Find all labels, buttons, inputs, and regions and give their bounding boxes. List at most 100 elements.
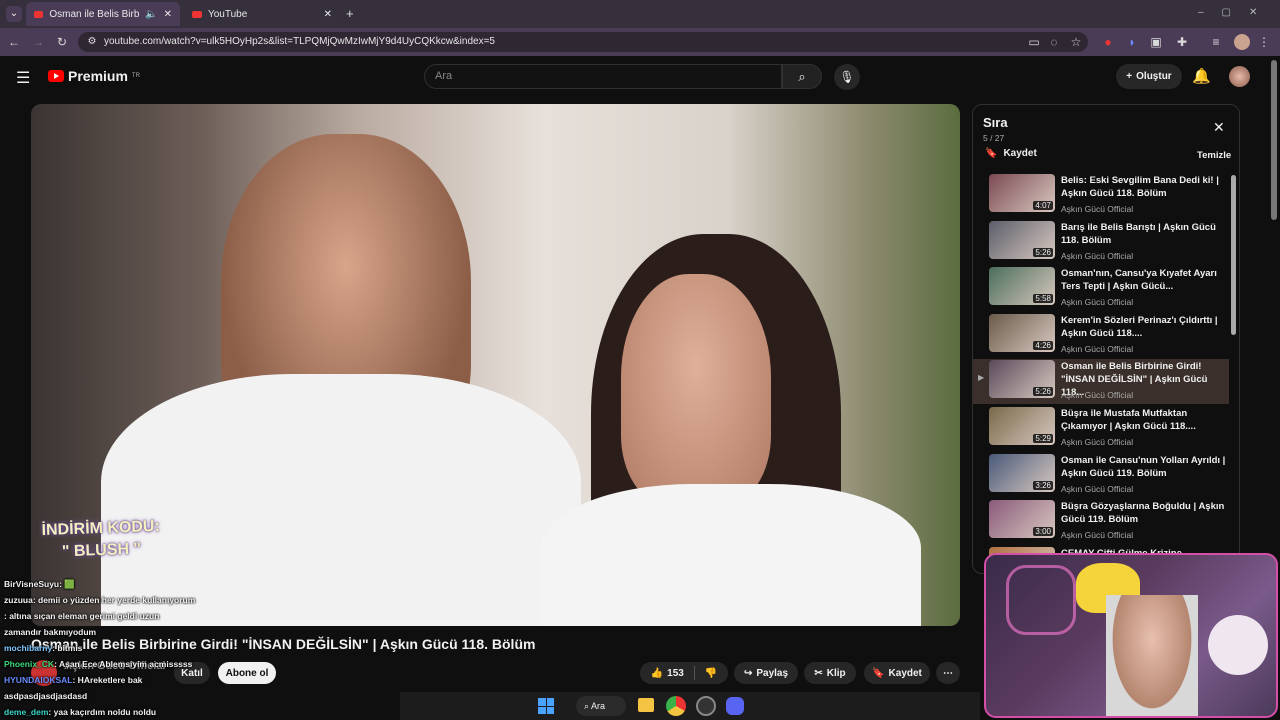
dislike-icon[interactable]: 👎 [705,668,717,679]
bookmark-star-icon[interactable]: ☆ [1068,34,1084,50]
extensions-puzzle-icon[interactable]: ✚ [1174,34,1190,50]
queue-thumbnail[interactable]: 4:26 [989,313,1055,352]
queue-item-title[interactable]: Kerem'in Sözleri Perinaz'ı Çıldırttı | A… [1061,314,1227,340]
file-explorer-icon[interactable] [638,698,654,712]
forward-icon[interactable]: → [30,34,46,50]
tab-youtube[interactable]: YouTube ✕ [184,2,340,26]
search-input[interactable]: Ara [424,64,782,89]
menu-dots-icon[interactable]: ⋮ [1256,34,1272,50]
taskbar-search-label: Ara [591,701,606,711]
promo-code-overlay: İNDİRİM KODU: " BLUSH " [41,516,161,564]
queue-item-title[interactable]: Osman'nın, Cansu'ya Kıyafet Ayarı Ters T… [1061,267,1227,293]
windows-start-icon[interactable] [538,698,554,714]
queue-item-channel: Aşkın Gücü Official [1061,297,1134,308]
queue-item-title[interactable]: Büşra ile Mustafa Mutfaktan Çıkamıyor | … [1061,407,1227,433]
now-playing-icon: ▶ [978,373,985,383]
queue-item-title[interactable]: Büşra Gözyaşlarına Boğuldu | Aşkın Gücü … [1061,500,1227,526]
save-button[interactable]: 🔖 Kaydet [864,662,930,684]
notifications-bell-icon[interactable]: 🔔 [1192,67,1211,85]
tab-close-icon[interactable]: ✕ [164,9,172,20]
queue-item-channel: Aşkın Gücü Official [1061,483,1134,494]
youtube-favicon-icon [192,10,202,18]
webcam-overlay [984,553,1278,718]
voice-search-button[interactable]: 🎙 [834,64,860,90]
chat-text: : altına sıçan eleman gerimi geldi uzun [4,611,160,621]
queue-thumbnail[interactable]: 5:58 [989,267,1055,306]
queue-clear-button[interactable]: Temizle [1197,150,1231,161]
tab-search-icon[interactable]: ⌄ [6,6,22,22]
queue-item[interactable]: 5:29 Büşra ile Mustafa Mutfaktan Çıkamıyo… [973,406,1229,451]
tab-video[interactable]: Osman ile Belis Birbirine Gir 🔈 ✕ [26,2,180,26]
tab-close-icon[interactable]: ✕ [324,9,332,20]
queue-item[interactable]: 3:26 Osman ile Cansu'nun Yolları Ayrıldı … [973,453,1229,498]
url-text: youtube.com/watch?v=ulk5HOyHp2s&list=TLP… [104,36,495,47]
extension-icon[interactable]: ▣ [1148,34,1164,50]
chat-message: Phoenix_CK: Aşan Ece Ablemsiyim acmissss… [4,656,192,672]
page-scrollbar[interactable] [1271,60,1277,220]
queue-item[interactable]: 5:26 Barış ile Belis Barıştı | Aşkın Gücü… [973,220,1229,265]
tab-title: Osman ile Belis Birbirine Gir [49,8,140,20]
queue-save-button[interactable]: 🔖 Kaydet [985,148,1037,159]
logo-text: Premium [68,68,128,84]
queue-duration: 5:26 [1033,247,1053,257]
chat-username: Phoenix_CK [4,659,55,669]
queue-thumbnail[interactable]: 3:00 [989,500,1055,539]
window-controls[interactable]: –▢✕ [1198,7,1275,18]
back-icon[interactable]: ← [6,34,22,50]
queue-item-title[interactable]: Belis: Eski Sevgilim Bana Dedi ki! | Aşk… [1061,174,1227,200]
extension-audio-icon[interactable]: ◗ [1124,34,1140,50]
share-button[interactable]: ↪ Paylaş [734,662,798,684]
queue-duration: 4:26 [1033,340,1053,350]
like-icon[interactable]: 👍 [651,668,663,679]
create-button[interactable]: + Oluştur [1116,64,1182,89]
chat-text: : yaa kaçırdım noldu noldu [48,707,157,717]
chat-text: zamandır bakmıyodum [4,627,97,637]
queue-thumbnail[interactable]: 4:07 [989,174,1055,212]
chat-text: : 🟩 [59,579,75,589]
woman-shirt [541,484,921,626]
app-icon[interactable] [696,696,716,716]
video-player[interactable] [31,104,960,626]
discord-icon[interactable] [726,697,744,715]
youtube-logo[interactable]: Premium TR [48,68,140,84]
unicorn-plush [1208,615,1268,675]
reload-icon[interactable]: ↻ [54,34,70,50]
taskbar-search[interactable]: ⌕ Ara [576,696,626,716]
chat-message: zamandır bakmıyodum [4,624,96,640]
eye-off-icon[interactable]: ◌ [1046,34,1062,50]
extension-red-icon[interactable]: ● [1100,34,1116,50]
queue-item[interactable]: 4:07 Belis: Eski Sevgilim Bana Dedi ki! |… [973,173,1229,218]
queue-thumbnail[interactable]: 3:26 [989,453,1055,492]
queue-thumbnail[interactable]: 5:26 [989,360,1055,399]
speaker-icon[interactable]: 🔈 [145,9,157,20]
queue-item-title[interactable]: Osman ile Cansu'nun Yolları Ayrıldı | Aş… [1061,454,1227,480]
chat-username: BirVisneSuyu [4,579,60,589]
new-tab-icon[interactable]: + [346,6,354,21]
address-bar[interactable]: youtube.com/watch?v=ulk5HOyHp2s&list=TLP… [78,32,1088,52]
cast-icon[interactable]: ▭ [1026,34,1042,50]
queue-scrollbar[interactable] [1231,175,1236,335]
close-queue-icon[interactable]: ✕ [1213,119,1225,136]
site-info-icon[interactable]: ⚙ [84,34,100,50]
queue-thumbnail[interactable]: 5:26 [989,220,1055,259]
more-actions-button[interactable]: ⋯ [936,662,960,684]
hamburger-menu-icon[interactable]: ☰ [16,68,30,88]
search-button[interactable]: ⌕ [782,64,822,89]
clip-button[interactable]: ✂ Klip [804,662,856,684]
chat-message: : altına sıçan eleman gerimi geldi uzun [4,608,159,624]
profile-avatar[interactable] [1234,34,1250,50]
queue-item[interactable]: 4:26 Kerem'in Sözleri Perinaz'ı Çıldırttı… [973,313,1229,358]
queue-item-channel: Aşkın Gücü Official [1061,530,1134,541]
chat-text: : Aşan Ece Ablemsiyim acmisssss [54,659,193,669]
chrome-icon[interactable] [666,696,686,716]
save-icon: 🔖 [872,667,885,679]
queue-item[interactable]: 3:00 Büşra Gözyaşlarına Boğuldu | Aşkın G… [973,499,1229,544]
like-count[interactable]: 153 [667,668,684,679]
account-avatar[interactable] [1229,66,1250,87]
queue-item[interactable]: 5:58 Osman'nın, Cansu'ya Kıyafet Ayarı Te… [973,266,1229,311]
queue-thumbnail[interactable]: 5:29 [989,407,1055,445]
queue-position: 5 / 27 [983,133,1005,143]
queue-item[interactable]: ▶ 5:26 Osman ile Belis Birbirine Girdi! "İ… [973,359,1229,405]
reading-list-icon[interactable]: ≡ [1208,34,1224,50]
queue-item-title[interactable]: Barış ile Belis Barıştı | Aşkın Gücü 118… [1061,221,1227,247]
